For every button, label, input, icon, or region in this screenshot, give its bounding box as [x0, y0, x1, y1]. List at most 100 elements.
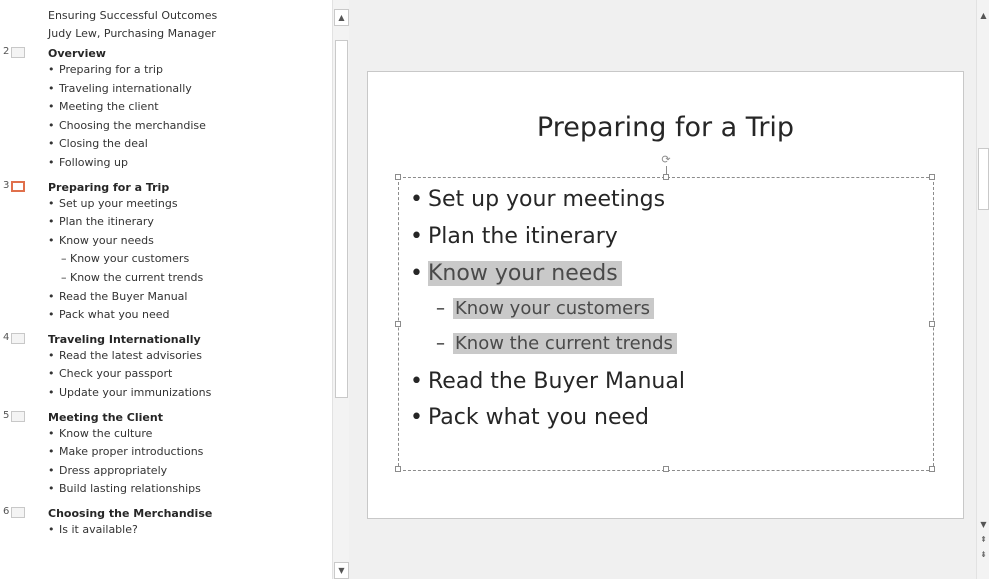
slide-scrollbar[interactable]: ▲ ▼ ⇞ ⇟	[976, 0, 989, 579]
resize-handle-top-left[interactable]	[395, 174, 401, 180]
outline-slide-title[interactable]: Meeting the Client	[48, 411, 163, 424]
outline-bullet[interactable]: • Know your needs	[0, 232, 332, 251]
outline-bullet-text: Following up	[59, 155, 128, 169]
outline-bullet-text: Meeting the client	[59, 100, 159, 114]
outline-bullet[interactable]: • Dress appropriately	[0, 462, 332, 481]
outline-bullet[interactable]: – Know your customers	[0, 250, 332, 269]
outline-bullet[interactable]: • Closing the deal	[0, 135, 332, 154]
bullet-mark: •	[48, 445, 55, 459]
resize-handle-bottom[interactable]	[663, 466, 669, 472]
scroll-down-icon[interactable]: ▼	[334, 562, 349, 579]
outline-slide-title[interactable]: Overview	[48, 47, 106, 60]
scroll-down-icon[interactable]: ▼	[977, 518, 989, 532]
outline-bullet[interactable]: • Is it available?	[0, 521, 332, 540]
outline-slide-title[interactable]: Choosing the Merchandise	[48, 507, 212, 520]
bullet-mark: •	[48, 100, 55, 114]
bullet-mark: •	[48, 118, 55, 132]
outline-slide-header[interactable]: 4 Traveling Internationally	[0, 329, 332, 347]
slide-thumbnail-icon[interactable]	[11, 47, 25, 58]
resize-handle-right[interactable]	[929, 321, 935, 327]
content-placeholder[interactable]: ⟳ • Set up your meetings • Plan the itinera…	[395, 154, 935, 472]
slide-number: 3	[3, 179, 10, 191]
slide-edit-area: Preparing for a Trip ⟳ • Set up your meet…	[349, 0, 976, 579]
slide-title[interactable]: Preparing for a Trip	[368, 112, 963, 143]
bullet-mark: •	[48, 155, 55, 169]
outline-bullet[interactable]: • Preparing for a trip	[0, 61, 332, 80]
scroll-up-icon[interactable]: ▲	[977, 9, 989, 23]
outline-bullet[interactable]: • Update your immunizations	[0, 384, 332, 403]
bullet-mark: •	[48, 196, 55, 210]
slide-bullet[interactable]: • Pack what you need	[410, 400, 649, 436]
outline-bullet-text: Know your needs	[59, 233, 154, 247]
slide-bullet[interactable]: • Know your needs	[410, 256, 622, 292]
outline-bullet-text: Update your immunizations	[59, 385, 212, 399]
outline-bullet[interactable]: • Set up your meetings	[0, 195, 332, 214]
outline-slide-header[interactable]: 3 Preparing for a Trip	[0, 177, 332, 195]
bullet-mark: •	[410, 405, 423, 430]
outline-scrollbar-thumb[interactable]	[335, 40, 348, 398]
outline-slide: 4 Traveling Internationally • Read the late…	[0, 329, 332, 403]
outline-slide-header[interactable]: 2 Overview	[0, 43, 332, 61]
slide-bullet[interactable]: – Know the current trends	[436, 329, 677, 359]
outline-bullet-text: Preparing for a trip	[59, 63, 163, 76]
slide-thumbnail-icon[interactable]	[11, 332, 25, 344]
resize-handle-bottom-left[interactable]	[395, 466, 401, 472]
outline-intro-line[interactable]: Judy Lew, Purchasing Manager	[0, 25, 332, 43]
outline-intro-line[interactable]: Ensuring Successful Outcomes	[0, 7, 332, 25]
bullet-mark: •	[410, 187, 423, 212]
outline-bullet[interactable]: • Pack what you need	[0, 306, 332, 325]
resize-handle-top-right[interactable]	[929, 174, 935, 180]
slide-bullet[interactable]: • Set up your meetings	[410, 182, 665, 218]
bullet-mark: •	[48, 522, 55, 536]
bullet-mark: •	[48, 463, 55, 477]
bullet-mark: •	[410, 261, 423, 286]
slide-bullet[interactable]: – Know your customers	[436, 294, 655, 324]
slide-number: 4	[3, 331, 10, 343]
outline-bullet[interactable]: • Make proper introductions	[0, 443, 332, 462]
outline-bullet[interactable]: • Choosing the merchandise	[0, 117, 332, 136]
resize-handle-left[interactable]	[395, 321, 401, 327]
outline-slide-header[interactable]: 6 Choosing the Merchandise	[0, 503, 332, 521]
outline-slide: 5 Meeting the Client • Know the culture • Mak…	[0, 407, 332, 499]
outline-bullet[interactable]: • Read the Buyer Manual	[0, 288, 332, 307]
slide-bullet-text: Set up your meetings	[428, 187, 666, 212]
bullet-mark: –	[436, 298, 445, 319]
outline-bullet[interactable]: • Plan the itinerary	[0, 213, 332, 232]
outline-bullet[interactable]: • Following up	[0, 154, 332, 173]
previous-slide-icon[interactable]: ⇞	[977, 533, 989, 547]
outline-content: Ensuring Successful Outcomes Judy Lew, P…	[0, 7, 332, 539]
outline-bullet-text: Know the current trends	[70, 270, 204, 284]
slide-thumbnail-icon[interactable]	[11, 506, 25, 518]
rotate-handle-icon[interactable]: ⟳	[660, 154, 672, 166]
outline-slide-title[interactable]: Traveling Internationally	[48, 333, 201, 346]
slide-bullet[interactable]: • Plan the itinerary	[410, 219, 618, 255]
outline-bullet[interactable]: • Check your passport	[0, 365, 332, 384]
resize-handle-bottom-right[interactable]	[929, 466, 935, 472]
slide-scrollbar-thumb[interactable]	[978, 148, 989, 210]
outline-bullet[interactable]: • Traveling internationally	[0, 80, 332, 99]
slide-thumbnail-icon[interactable]	[11, 410, 25, 422]
slide-bullet[interactable]: • Read the Buyer Manual	[410, 364, 685, 400]
outline-bullet-list: • Is it available?	[0, 521, 332, 540]
outline-bullet[interactable]: • Know the culture	[0, 425, 332, 444]
outline-slide-title[interactable]: Preparing for a Trip	[48, 181, 169, 194]
next-slide-icon[interactable]: ⇟	[977, 548, 989, 562]
slide-bullet-text: Know your customers	[453, 298, 655, 319]
outline-bullet-text: Build lasting relationships	[59, 482, 201, 496]
outline-bullet-text: Dress appropriately	[59, 463, 168, 477]
slide-thumbnail-icon[interactable]	[11, 180, 25, 192]
slide-canvas[interactable]: Preparing for a Trip ⟳ • Set up your meet…	[367, 71, 964, 519]
scroll-up-icon[interactable]: ▲	[334, 9, 349, 26]
outline-slide-header[interactable]: 5 Meeting the Client	[0, 407, 332, 425]
outline-bullet[interactable]: • Meeting the client	[0, 98, 332, 117]
outline-bullet[interactable]: – Know the current trends	[0, 269, 332, 288]
outline-bullet[interactable]: • Read the latest advisories	[0, 347, 332, 366]
outline-bullet-text: Traveling internationally	[59, 81, 192, 95]
outline-scrollbar[interactable]: ▲ ▼	[332, 0, 349, 579]
outline-bullet-text: Read the Buyer Manual	[59, 289, 188, 303]
resize-handle-top[interactable]	[663, 174, 669, 180]
outline-bullet-text: Plan the itinerary	[59, 215, 154, 229]
outline-bullet-text: Know your customers	[70, 252, 190, 266]
outline-bullet[interactable]: • Build lasting relationships	[0, 480, 332, 499]
bullet-mark: •	[410, 369, 423, 394]
